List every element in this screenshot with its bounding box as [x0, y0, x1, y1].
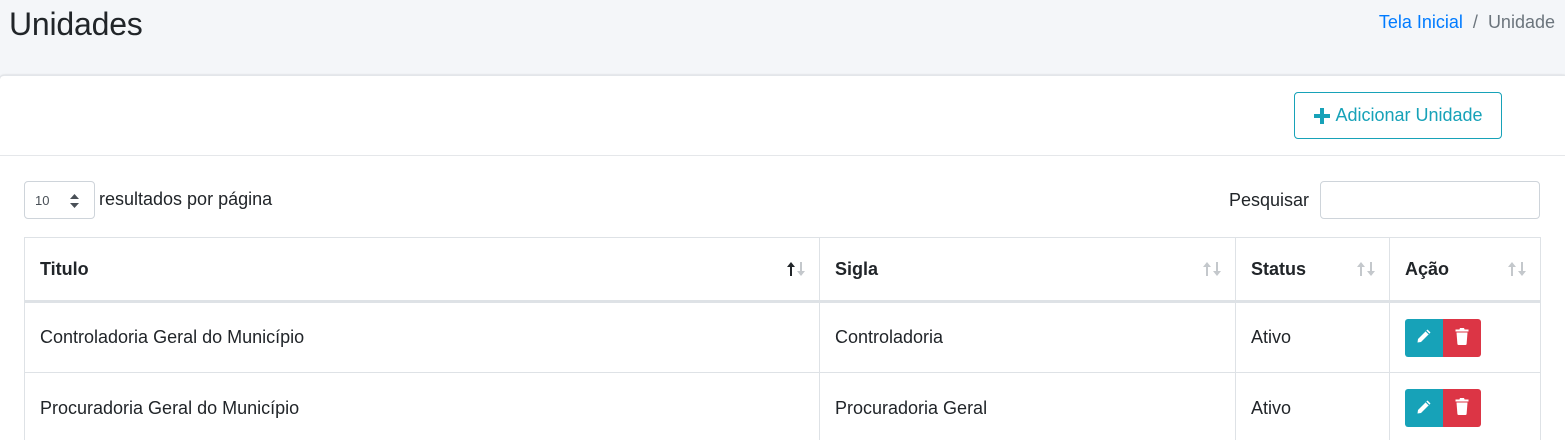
page-length-select[interactable]: 10	[24, 181, 95, 219]
breadcrumb-separator: /	[1472, 12, 1478, 32]
breadcrumb-home-link[interactable]: Tela Inicial	[1379, 12, 1463, 33]
cell-titulo: Controladoria Geral do Município	[24, 301, 820, 373]
add-unit-label: Adicionar Unidade	[1335, 105, 1483, 125]
cell-actions	[1389, 301, 1541, 373]
add-unit-button[interactable]: Adicionar Unidade	[1294, 92, 1502, 139]
trash-icon	[1455, 398, 1469, 418]
column-header-sigla[interactable]: Sigla	[819, 237, 1236, 303]
row-action-group	[1405, 389, 1525, 427]
cell-status: Ativo	[1235, 301, 1390, 373]
page-length-value: 10	[35, 192, 50, 208]
edit-button[interactable]	[1405, 318, 1443, 357]
cell-sigla: Controladoria	[819, 301, 1236, 373]
search-label: Pesquisar	[1229, 190, 1310, 210]
column-header-acao[interactable]: Ação	[1389, 237, 1541, 303]
table-row: Controladoria Geral do Município Control…	[24, 301, 1541, 373]
edit-button[interactable]	[1405, 389, 1443, 427]
column-label-status: Status	[1251, 258, 1307, 279]
search-input[interactable]	[1320, 181, 1540, 219]
column-header-titulo[interactable]: Titulo	[24, 237, 820, 303]
card-header: Adicionar Unidade	[0, 76, 1565, 156]
cell-status: Ativo	[1235, 372, 1390, 440]
pencil-icon	[1416, 399, 1432, 418]
sort-icon	[1506, 261, 1528, 277]
cell-actions	[1389, 372, 1541, 440]
table-header-row: Titulo Sigla Status Ação	[24, 237, 1541, 303]
delete-button[interactable]	[1443, 318, 1481, 357]
column-label-acao: Ação	[1405, 258, 1450, 279]
sort-icon	[1201, 261, 1223, 277]
table-row: Procuradoria Geral do Município Procurad…	[24, 372, 1541, 440]
sort-icon	[1355, 261, 1377, 277]
trash-icon	[1455, 327, 1469, 348]
delete-button[interactable]	[1443, 389, 1481, 427]
units-table: Titulo Sigla Status Ação Controladoria G…	[24, 237, 1541, 440]
breadcrumb: Tela Inicial / Unidade	[1379, 12, 1555, 33]
page-length-label: resultados por página	[99, 189, 273, 209]
plus-icon	[1313, 107, 1331, 125]
column-label-titulo: Titulo	[40, 258, 89, 279]
column-header-status[interactable]: Status	[1235, 237, 1390, 303]
cell-titulo: Procuradoria Geral do Município	[24, 372, 820, 440]
column-label-sigla: Sigla	[835, 258, 879, 279]
page-title: Unidades	[9, 6, 143, 42]
pencil-icon	[1416, 328, 1432, 347]
sort-ascending-icon	[785, 261, 807, 277]
select-arrows-icon	[69, 193, 80, 212]
cell-sigla: Procuradoria Geral	[819, 372, 1236, 440]
breadcrumb-current: Unidade	[1487, 12, 1555, 32]
units-card: Adicionar Unidade 10 resultados por pági…	[0, 75, 1565, 440]
row-action-group	[1405, 318, 1525, 357]
